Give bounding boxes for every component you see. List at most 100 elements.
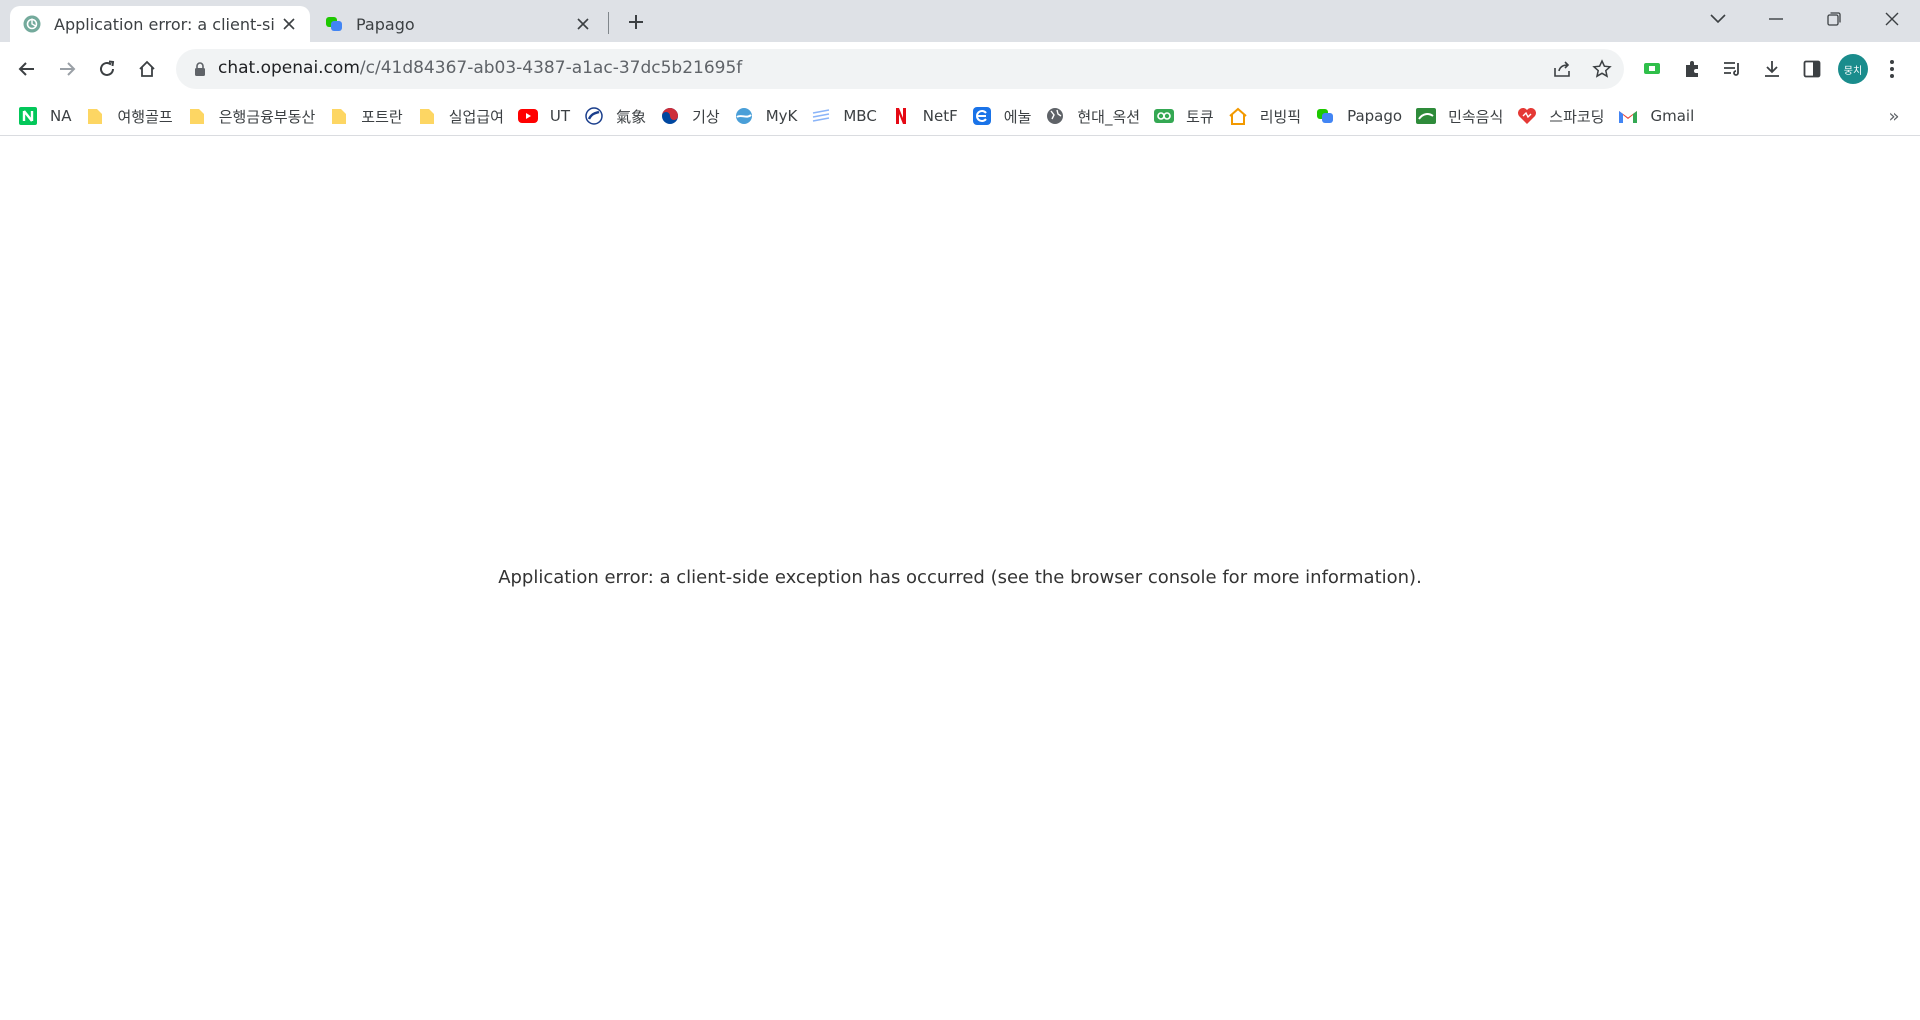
extension-green-button[interactable] — [1636, 53, 1668, 85]
tab-search-button[interactable] — [1690, 0, 1746, 38]
double-chevron-right-icon: » — [1888, 105, 1900, 127]
bookmark-item[interactable]: 기상 — [656, 101, 730, 131]
arrow-left-icon — [18, 62, 34, 76]
bookmark-label: 에눌 — [1003, 107, 1032, 126]
toq-icon — [1154, 106, 1175, 126]
bookmark-label: NetF — [922, 107, 958, 125]
close-window-button[interactable] — [1864, 0, 1920, 38]
bookmark-label: 은행금융부동산 — [218, 107, 316, 126]
side-panel-icon — [1803, 60, 1821, 78]
playlist-icon — [1724, 62, 1739, 76]
reload-icon — [100, 60, 115, 76]
gmail-icon — [1618, 106, 1638, 126]
url-path: /c/41d84367-ab03-4387-a1ac-37dc5b21695f — [359, 58, 743, 78]
media-controls-button[interactable] — [1716, 53, 1748, 85]
folder-icon — [187, 106, 207, 126]
bookmark-item[interactable]: 실업급여 — [413, 101, 514, 131]
profile-avatar[interactable]: 뭉치 — [1838, 54, 1868, 84]
downloads-button[interactable] — [1756, 53, 1788, 85]
bookmark-item[interactable]: MBC — [807, 101, 886, 131]
address-bar[interactable]: chat.openai.com/c/41d84367-ab03-4387-a1a… — [176, 49, 1624, 89]
tab-application-error[interactable]: Application error: a client-side e — [10, 6, 310, 42]
error-message: Application error: a client-side excepti… — [498, 567, 1422, 588]
bookmark-item[interactable]: 스파코딩 — [1513, 101, 1614, 131]
new-tab-button[interactable] — [622, 8, 650, 36]
more-vert-icon — [1890, 60, 1894, 78]
bookmark-item[interactable]: 에눌 — [968, 101, 1042, 131]
screen-extension-icon — [1644, 63, 1660, 74]
plus-icon — [629, 15, 643, 29]
bookmark-label: 민속음식 — [1448, 107, 1504, 126]
bookmark-label: 실업급여 — [448, 107, 504, 126]
bookmark-item[interactable]: NetF — [887, 101, 968, 131]
bookmark-item[interactable]: 리빙픽 — [1224, 101, 1311, 131]
netflix-icon — [891, 106, 911, 126]
close-icon — [1885, 12, 1899, 26]
bookmarks-bar: NA 여행골프 은행금융부동산 포트란 실업급여 UT 氣象 기상 MyK MBC NetF 에눌 현대… — [0, 96, 1920, 136]
bookmark-star-icon[interactable] — [1590, 57, 1614, 81]
bookmark-label: 스파코딩 — [1549, 107, 1605, 126]
mbc-icon — [811, 106, 831, 126]
lock-icon[interactable] — [190, 59, 210, 79]
bookmark-label: 현대_옥션 — [1077, 107, 1141, 126]
myk-icon — [734, 106, 754, 126]
restore-button[interactable] — [1806, 0, 1862, 38]
bookmark-label: 기상 — [692, 107, 720, 126]
bookmark-label: MBC — [843, 107, 877, 125]
bookmark-item[interactable]: NA — [14, 101, 81, 131]
close-tab-icon[interactable] — [574, 15, 592, 33]
url-text[interactable]: chat.openai.com/c/41d84367-ab03-4387-a1a… — [218, 58, 742, 78]
bookmark-label: UT — [549, 107, 571, 125]
bookmark-item[interactable]: 氣象 — [580, 101, 656, 131]
page-content: Application error: a client-side excepti… — [0, 137, 1920, 1020]
reload-button[interactable] — [91, 53, 123, 85]
bookmark-label: Papago — [1347, 107, 1403, 125]
bookmark-label: 리빙픽 — [1259, 107, 1302, 126]
heart-icon — [1517, 106, 1537, 126]
back-button[interactable] — [11, 53, 43, 85]
bookmark-label: 氣象 — [616, 107, 647, 126]
side-panel-button[interactable] — [1796, 53, 1828, 85]
globe-icon — [1045, 106, 1065, 126]
url-host: chat.openai.com — [218, 58, 360, 78]
home-icon — [139, 60, 155, 77]
more-bookmarks-button[interactable]: » — [1880, 102, 1908, 130]
bookmark-item[interactable]: UT — [514, 101, 580, 131]
folder-icon — [85, 106, 105, 126]
bookmark-label: NA — [50, 107, 72, 125]
minimize-icon — [1769, 18, 1783, 20]
weather-icon — [584, 106, 604, 126]
food-icon — [1416, 106, 1437, 126]
home-button[interactable] — [131, 53, 163, 85]
minimize-button[interactable] — [1748, 0, 1804, 38]
korea-icon — [660, 106, 680, 126]
folder-icon — [329, 106, 349, 126]
menu-button[interactable] — [1876, 53, 1908, 85]
bookmark-item[interactable]: 토큐 — [1150, 101, 1224, 131]
bookmark-label: 토큐 — [1186, 107, 1214, 126]
bookmark-item[interactable]: Gmail — [1614, 101, 1704, 131]
bookmark-item[interactable]: 포트란 — [325, 101, 412, 131]
close-tab-icon[interactable] — [280, 15, 298, 33]
share-icon[interactable] — [1550, 57, 1574, 81]
bookmark-item[interactable]: 여행골프 — [81, 101, 182, 131]
bookmark-item[interactable]: 민속음식 — [1412, 101, 1513, 131]
bookmark-label: 여행골프 — [117, 107, 173, 126]
bookmark-label: MyK — [765, 107, 798, 125]
bookmarks-list: NA 여행골프 은행금융부동산 포트란 실업급여 UT 氣象 기상 MyK MBC NetF 에눌 현대… — [14, 96, 1704, 136]
arrow-right-icon — [60, 62, 76, 76]
bookmark-item[interactable]: MyK — [730, 101, 808, 131]
youtube-icon — [517, 106, 538, 126]
bookmark-item[interactable]: Papago — [1311, 101, 1412, 131]
avatar-initials: 뭉치 — [1843, 65, 1863, 77]
bookmark-item[interactable]: 은행금융부동산 — [183, 101, 326, 131]
download-icon — [1765, 61, 1779, 77]
forward-button[interactable] — [51, 53, 83, 85]
naver-icon — [18, 106, 38, 126]
openai-icon — [22, 14, 42, 34]
bookmark-label: 포트란 — [361, 107, 403, 126]
bookmark-item[interactable]: 현대_옥션 — [1041, 101, 1150, 131]
tab-papago[interactable]: Papago — [312, 6, 604, 42]
extensions-button[interactable] — [1676, 53, 1708, 85]
puzzle-icon — [1686, 61, 1698, 77]
